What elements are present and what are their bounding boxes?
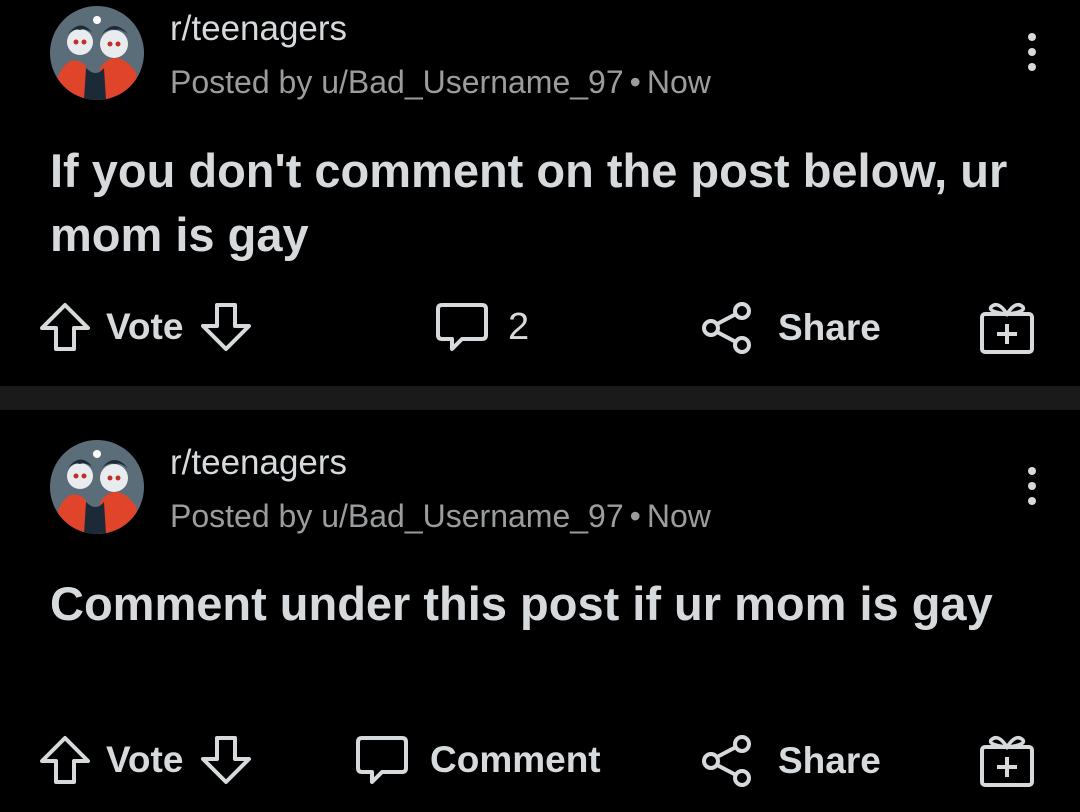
more-options-icon [1027,466,1037,506]
post-card[interactable]: r/teenagers Posted by u/Bad_Username_97 •… [0,0,1080,386]
subreddit-avatar[interactable] [50,6,144,100]
more-options-button[interactable] [1014,462,1050,510]
post-time: Now [646,498,711,534]
share-button[interactable]: Share [700,300,881,356]
subreddit-name[interactable]: r/teenagers [170,443,347,483]
meta-separator: • [629,64,641,100]
subreddit-avatar[interactable] [50,440,144,534]
posted-by-username[interactable]: Posted by u/Bad_Username_97 [170,498,624,534]
comment-button[interactable]: 2 [434,299,529,355]
comment-count: 2 [508,305,530,348]
vote-label: Vote [106,306,184,347]
vote-bar: Vote [38,733,253,787]
award-button[interactable] [978,298,1036,356]
share-label: Share [778,740,881,781]
award-gift-icon [978,298,1036,356]
posted-by-username[interactable]: Posted by u/Bad_Username_97 [170,64,624,100]
share-icon [700,300,756,356]
subreddit-name[interactable]: r/teenagers [170,9,347,49]
downvote-arrow-icon[interactable] [199,300,253,354]
comment-bubble-icon [354,732,410,788]
upvote-arrow-icon[interactable] [38,733,92,787]
post-meta: Posted by u/Bad_Username_97 • Now [170,498,711,535]
upvote-arrow-icon[interactable] [38,300,92,354]
post-meta: Posted by u/Bad_Username_97 • Now [170,64,711,101]
post-time: Now [646,64,711,100]
meta-separator: • [629,498,641,534]
post-title[interactable]: If you don't comment on the post below, … [50,139,1040,267]
award-button[interactable] [978,731,1036,789]
comment-label: Comment [430,739,601,780]
post-title[interactable]: Comment under this post if ur mom is gay [50,572,1040,636]
vote-label: Vote [106,739,184,780]
share-icon [700,733,756,789]
post-card[interactable]: r/teenagers Posted by u/Bad_Username_97 •… [0,410,1080,812]
downvote-arrow-icon[interactable] [199,733,253,787]
comment-bubble-icon [434,299,490,355]
award-gift-icon [978,731,1036,789]
post-divider [0,386,1080,410]
more-options-icon [1027,32,1037,72]
comment-button[interactable]: Comment [354,732,601,788]
more-options-button[interactable] [1014,28,1050,76]
share-label: Share [778,307,881,348]
vote-bar: Vote [38,300,253,354]
share-button[interactable]: Share [700,733,881,789]
